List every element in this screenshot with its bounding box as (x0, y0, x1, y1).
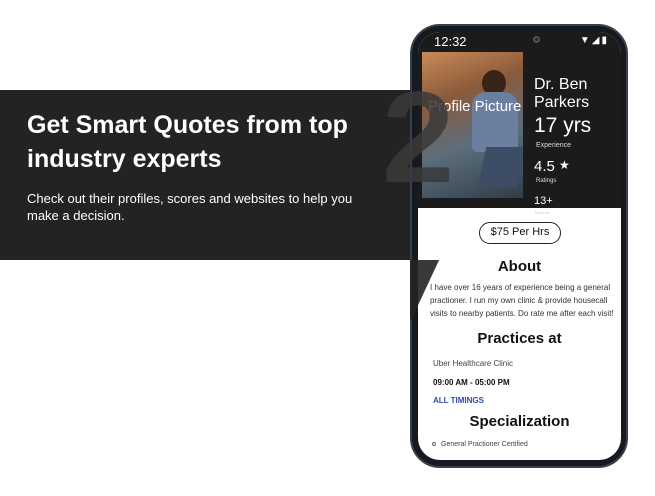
experience-label: Experience (536, 142, 572, 149)
reviews-value: 13+ (534, 195, 553, 207)
experience-value: 17 yrs (534, 114, 592, 137)
clinic-hours: 09:00 AM - 05:00 PM (433, 378, 510, 387)
specialization-item-label: General Practioner Certified (441, 441, 528, 448)
banner-tail (410, 260, 446, 320)
star-icon: ★ (559, 158, 570, 172)
all-timings-link[interactable]: ALL TIMINGS (433, 396, 484, 405)
specialization-heading: Specialization (469, 413, 570, 430)
banner-title: Get Smart Quotes from top industry exper… (27, 111, 348, 173)
practices-heading: Practices at (477, 330, 562, 347)
about-text: I have over 16 years of experience being… (430, 283, 614, 318)
rating-value: 4.5 (534, 158, 555, 175)
clinic-name: Uber Healthcare Clinic (433, 359, 514, 368)
price-badge[interactable]: $75 Per Hrs (479, 222, 561, 244)
bullet-icon (432, 442, 436, 447)
status-time: 12:32 (434, 34, 467, 49)
banner-subtitle: Check out their profiles, scores and web… (27, 191, 353, 223)
about-heading: About (497, 258, 542, 275)
status-bar: 12:32 ▼◢▮ (418, 32, 621, 50)
rating-label: Ratings (536, 178, 557, 184)
camera-icon (533, 36, 540, 43)
step-number: 2 (382, 64, 455, 210)
doctor-name: Dr. Ben Parkers (534, 76, 590, 111)
reviews-label: Reviews (535, 210, 551, 215)
photo-person-legs (477, 147, 523, 187)
signal-battery-icon: ▼◢▮ (579, 35, 609, 46)
specialization-item: General Practioner Certified (432, 441, 528, 448)
